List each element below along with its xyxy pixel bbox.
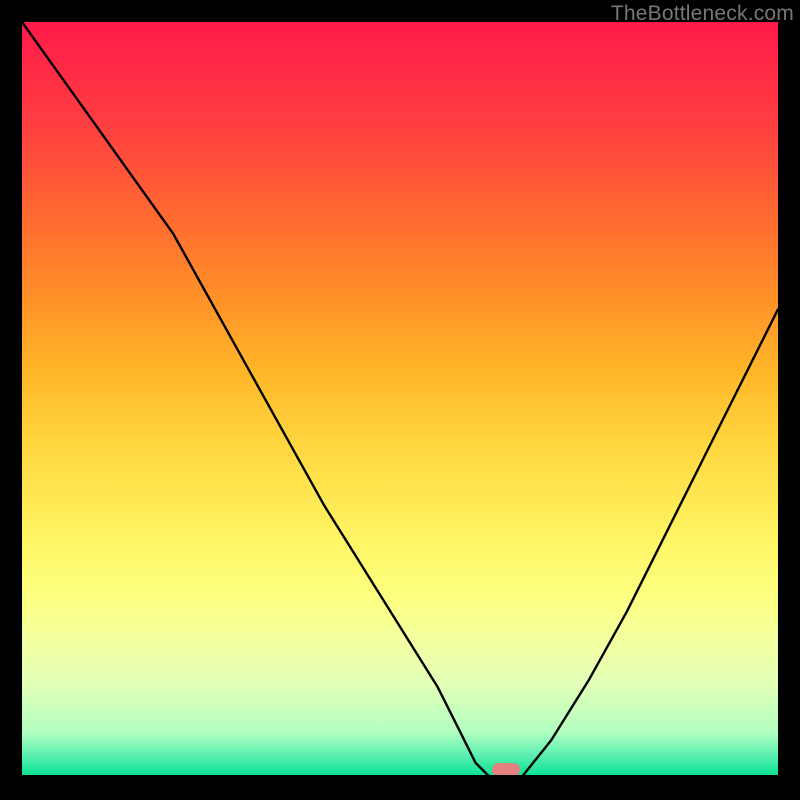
watermark-text: TheBottleneck.com — [611, 2, 794, 26]
bottleneck-curve — [22, 22, 778, 778]
plot-area — [22, 22, 778, 778]
x-axis-line — [22, 775, 778, 778]
chart-frame: TheBottleneck.com — [0, 0, 800, 800]
